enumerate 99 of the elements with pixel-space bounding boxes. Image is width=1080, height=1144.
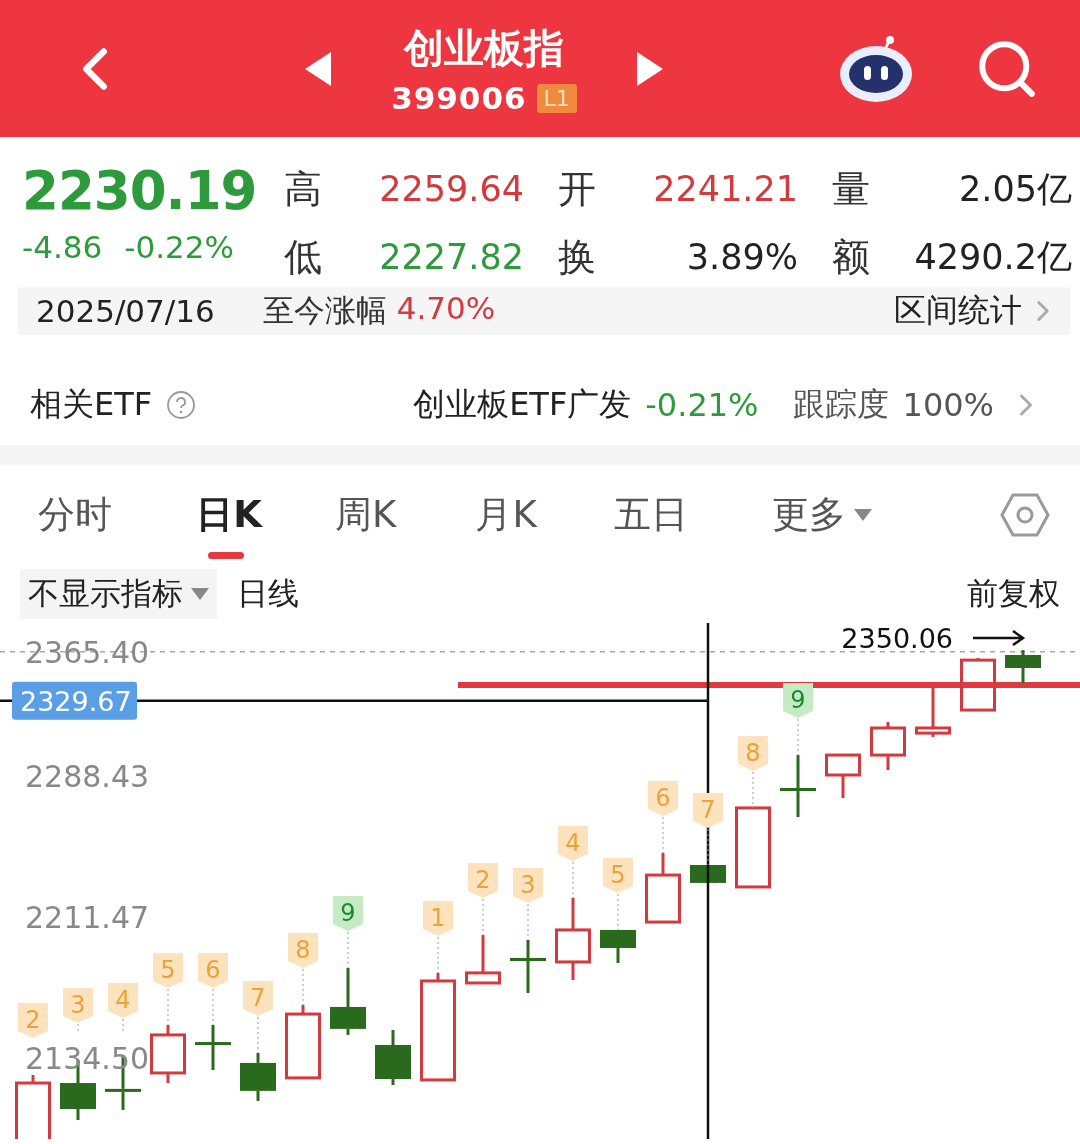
sequence-badge: 9 xyxy=(783,683,813,719)
robot-icon[interactable] xyxy=(838,33,914,104)
stat-label: 低 xyxy=(284,233,322,281)
axis-label: 2134.50 xyxy=(25,1040,150,1076)
candlestick xyxy=(825,753,861,799)
stat-label: 高 xyxy=(284,165,322,213)
candlestick xyxy=(195,1025,231,1071)
sequence-badge: 4 xyxy=(558,825,588,861)
chart-tab[interactable]: 日K xyxy=(196,485,263,545)
sequence-badge: 8 xyxy=(288,932,318,968)
tab-underline xyxy=(208,552,245,559)
candlestick xyxy=(690,863,726,885)
candlestick xyxy=(150,1025,186,1084)
caret-icon xyxy=(191,588,209,600)
stat-value: 3.89% xyxy=(686,237,798,277)
candlestick xyxy=(870,721,906,771)
percent-change: -0.22% xyxy=(124,229,234,265)
sequence-badge: 3 xyxy=(513,868,543,903)
candlestick xyxy=(960,658,996,712)
index-price: 2230.19 xyxy=(22,159,258,223)
interval-stats-link[interactable]: 区间统计 xyxy=(894,289,1022,333)
sequence-badge: 2 xyxy=(468,863,498,899)
sequence-badge: 6 xyxy=(198,953,228,989)
sequence-badge: 8 xyxy=(738,735,768,771)
leader-line xyxy=(302,968,304,1006)
tracking-value: 100% xyxy=(902,386,994,424)
caret-icon xyxy=(854,509,873,521)
leader-line xyxy=(257,1016,259,1054)
stat-value: 2.05亿 xyxy=(959,167,1072,211)
leader-line xyxy=(347,931,349,969)
sequence-badge: 5 xyxy=(603,857,633,893)
index-code: 399006 xyxy=(391,80,527,116)
leader-line xyxy=(482,898,484,936)
axis-label: 2365.40 xyxy=(25,635,150,670)
leader-line xyxy=(752,771,754,809)
sequence-badge: 4 xyxy=(108,983,138,1019)
chart-tab[interactable]: 周K xyxy=(334,485,397,545)
axis-label: 2211.47 xyxy=(25,900,150,935)
candlestick xyxy=(15,1075,51,1139)
stat-label: 开 xyxy=(558,165,596,213)
stat-value: 4290.2亿 xyxy=(914,235,1072,279)
stat-label: 量 xyxy=(832,165,870,213)
sequence-badge: 3 xyxy=(63,988,93,1023)
sequence-badge: 1 xyxy=(423,900,453,936)
gain-label: 至今涨幅 xyxy=(262,291,387,330)
candlestick xyxy=(1005,650,1041,683)
candlestick xyxy=(915,685,951,737)
axis-label: 2288.43 xyxy=(25,759,150,795)
price-change: -4.86 xyxy=(22,229,103,265)
leader-line xyxy=(167,988,169,1026)
sequence-badge: 5 xyxy=(153,953,183,989)
max-price-label: 2350.06 xyxy=(841,623,953,655)
leader-line xyxy=(572,861,574,899)
help-icon[interactable] xyxy=(166,390,197,420)
candlestick xyxy=(780,755,816,818)
chart-tab[interactable]: 五日 xyxy=(614,485,689,545)
arrow-icon xyxy=(973,630,1026,647)
candlestick xyxy=(240,1053,276,1101)
leader-line xyxy=(437,936,439,974)
adjust-mode[interactable]: 前复权 xyxy=(967,573,1060,615)
tracking-label: 跟踪度 xyxy=(792,384,889,425)
etf-change: -0.21% xyxy=(645,386,759,424)
sequence-badge: 6 xyxy=(648,780,678,816)
stat-value: 2227.82 xyxy=(379,237,524,277)
period-label: 日线 xyxy=(237,574,299,613)
etf-name[interactable]: 创业板ETF广发 xyxy=(413,383,632,427)
date-text: 2025/07/16 xyxy=(36,293,215,329)
level-badge: L1 xyxy=(536,83,577,113)
candlestick xyxy=(600,928,636,964)
leader-line xyxy=(212,988,214,1026)
chart-tab[interactable]: 更多 xyxy=(772,485,873,545)
crosshair-price-tag: 2329.67 xyxy=(12,681,137,720)
leader-line xyxy=(617,893,619,931)
stat-label: 换 xyxy=(558,233,596,281)
candlestick xyxy=(330,968,366,1035)
candlestick xyxy=(465,935,501,985)
settings-icon[interactable] xyxy=(1000,492,1051,538)
sequence-badge: 2 xyxy=(18,1003,48,1038)
leader-line xyxy=(797,718,799,756)
candlestick xyxy=(510,940,546,994)
sequence-badge: 7 xyxy=(243,981,273,1017)
etf-label: 相关ETF xyxy=(30,384,153,425)
stat-label: 额 xyxy=(832,233,870,281)
index-title: 创业板指 xyxy=(404,24,564,73)
leader-line xyxy=(527,903,529,941)
leader-line xyxy=(707,828,709,866)
chart-tab[interactable]: 分时 xyxy=(38,485,112,545)
triangle-right-icon[interactable] xyxy=(636,51,663,86)
stat-value: 2259.64 xyxy=(379,169,524,209)
candlestick xyxy=(375,1030,411,1086)
chart-tab[interactable]: 月K xyxy=(475,485,537,545)
sequence-badge: 7 xyxy=(693,793,723,828)
sequence-badge: 9 xyxy=(333,896,363,931)
leader-line xyxy=(662,816,664,854)
stat-value: 2241.21 xyxy=(653,169,798,209)
candlestick xyxy=(645,852,681,924)
gain-value: 4.70% xyxy=(396,290,496,328)
triangle-left-icon[interactable] xyxy=(305,51,332,86)
indicator-dropdown[interactable]: 不显示指标 xyxy=(20,569,217,619)
